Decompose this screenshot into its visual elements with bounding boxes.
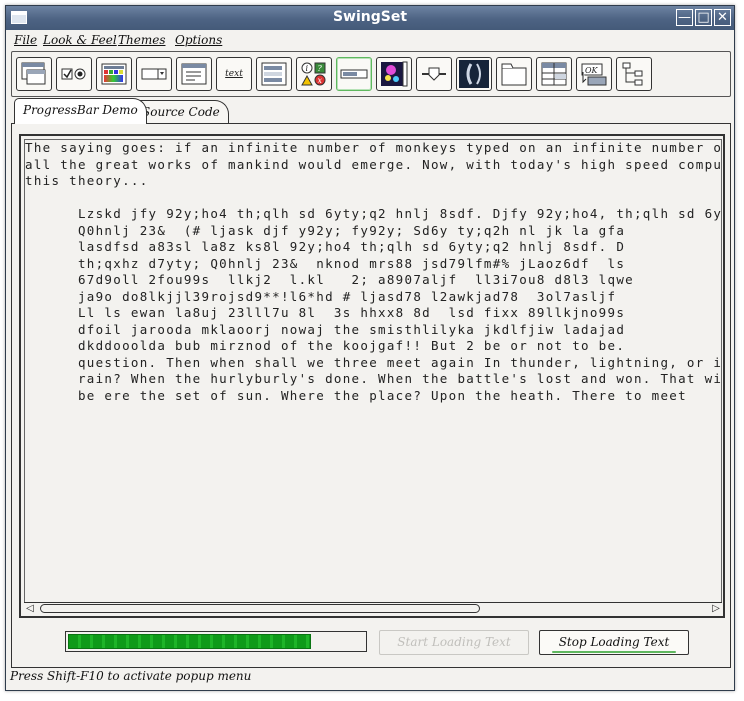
demo-tabs: ProgressBar Demo Source Code [11, 98, 731, 124]
svg-text:i: i [306, 64, 309, 73]
tree-demo-button[interactable] [616, 57, 652, 91]
text-line: be ere the set of sun. Where the place? … [25, 387, 687, 403]
text-line: Ll ls ewan la8uj 23lll7u 8l 3s hhxx8 8d … [25, 305, 626, 320]
focus-underline [552, 651, 676, 653]
close-icon: ✕ [717, 10, 728, 25]
start-loading-text-button[interactable]: Start Loading Text [379, 630, 529, 655]
text-line: question. Then when shall we three meet … [25, 354, 722, 370]
svg-text:x: x [318, 76, 323, 85]
status-bar: Press Shift-F10 to activate popup menu [10, 669, 252, 683]
progress-fill [68, 634, 311, 649]
text-line: dkddooolda bub mirznod of the koojgaf!! … [25, 338, 626, 353]
text-line: lasdfsd a83sl la8z ks8l 92y;ho4 th;qlh s… [25, 239, 626, 254]
file-chooser-demo-button[interactable] [176, 57, 212, 91]
button-demo-button[interactable] [56, 57, 92, 91]
split-pane-icon [459, 60, 489, 88]
menu-bar: File Look & Feel Themes Options [6, 30, 734, 50]
demo-toolbar: text i? x OK [11, 51, 731, 97]
text-line: all the great works of mankind would eme… [25, 156, 722, 172]
progress-bar-icon [340, 69, 368, 79]
checkbox-radio-icon [61, 68, 86, 80]
text-line: 67d9oll 2fou99s llkj2 l.kl 2; a8907aljf … [25, 272, 634, 287]
internal-frame-demo-button[interactable] [16, 57, 52, 91]
svg-text:?: ? [318, 64, 323, 73]
horizontal-scrollbar[interactable]: ◁ ▷ [24, 602, 722, 614]
table-demo-button[interactable] [536, 57, 572, 91]
window-title: SwingSet [332, 9, 408, 25]
combobox-icon [141, 68, 167, 80]
list-demo-button[interactable] [256, 57, 292, 91]
maximize-button[interactable]: □ [695, 9, 712, 26]
menu-themes[interactable]: Themes [118, 33, 165, 47]
text-line: rain? When the hurlyburly's done. When t… [25, 371, 722, 386]
menu-options[interactable]: Options [175, 33, 222, 47]
option-pane-icon: i ? x [301, 62, 326, 86]
stop-loading-text-button[interactable]: Stop Loading Text [539, 630, 689, 655]
close-button[interactable]: ✕ [714, 9, 731, 26]
text-line: Q0hnlj 23& (# ljask djf y92y; fy92y; Sd6… [25, 222, 626, 238]
html-text-icon: text [225, 69, 243, 79]
tooltip-icon: OK [581, 63, 607, 86]
text-scroll-pane: The saying goes: if an infinite number o… [19, 134, 725, 618]
menu-file[interactable]: File [14, 33, 37, 47]
progress-bar-demo-button[interactable] [336, 57, 372, 91]
slider-icon [422, 67, 446, 81]
tab-progressbar-demo[interactable]: ProgressBar Demo [14, 98, 147, 124]
file-chooser-icon [181, 63, 207, 85]
tree-icon [622, 62, 643, 86]
list-icon [261, 62, 287, 86]
minimize-button[interactable]: — [676, 9, 693, 26]
swingset-window: SwingSet — □ ✕ File Look & Feel Themes O… [5, 5, 735, 691]
text-line: ja9o do8lkjjl39rojsd9**!l6*hd # ljasd78 … [25, 288, 617, 304]
text-line: th;qxhz d7yty; Q0hnlj 23& nknod mrs88 js… [25, 255, 626, 271]
scroll-right-icon[interactable]: ▷ [710, 603, 722, 614]
scrollbar-thumb[interactable] [40, 604, 480, 613]
title-bar[interactable]: SwingSet — □ ✕ [6, 6, 734, 30]
text-line: The saying goes: if an infinite number o… [25, 140, 722, 155]
text-line: this theory... [25, 173, 149, 188]
slider-demo-button[interactable] [416, 57, 452, 91]
scroll-left-icon[interactable]: ◁ [24, 603, 36, 614]
text-line: dfoil jarooda mklaoorj nowaj the smisthl… [25, 321, 626, 337]
loading-progress-bar [65, 631, 367, 652]
option-pane-demo-button[interactable]: i? x [296, 57, 332, 91]
maximize-icon: □ [697, 10, 710, 25]
color-palette-icon [101, 63, 127, 85]
scrollpane-image-icon [381, 61, 408, 87]
menu-look-and-feel[interactable]: Look & Feel [43, 33, 117, 47]
progressbar-demo-panel: The saying goes: if an infinite number o… [11, 123, 731, 668]
tabbed-pane-icon [501, 63, 527, 86]
split-pane-demo-button[interactable] [456, 57, 492, 91]
internal-frame-icon [21, 62, 46, 85]
scrollpane-demo-button[interactable] [376, 57, 412, 91]
text-line [25, 190, 721, 207]
loaded-text-area[interactable]: The saying goes: if an infinite number o… [24, 139, 722, 603]
table-icon [541, 62, 567, 86]
tooltip-ok-text: OK [585, 66, 599, 75]
minimize-icon: — [678, 10, 691, 25]
html-demo-button[interactable]: text [216, 57, 252, 91]
tabbed-pane-demo-button[interactable] [496, 57, 532, 91]
text-line: Lzskd jfy 92y;ho4 th;qlh sd 6yty;q2 hnlj… [25, 206, 722, 221]
color-chooser-demo-button[interactable] [96, 57, 132, 91]
tooltip-demo-button[interactable]: OK [576, 57, 612, 91]
tab-source-code[interactable]: Source Code [133, 100, 229, 124]
stop-loading-text-label: Stop Loading Text [558, 635, 670, 649]
combobox-demo-button[interactable] [136, 57, 172, 91]
